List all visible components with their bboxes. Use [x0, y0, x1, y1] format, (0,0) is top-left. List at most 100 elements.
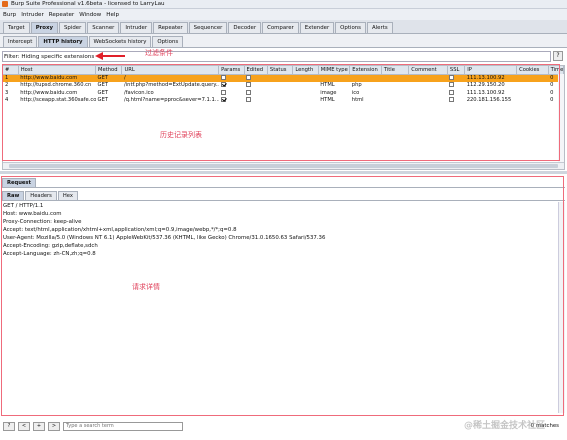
checkbox-icon [449, 75, 455, 80]
tab-headers[interactable]: Headers [25, 191, 57, 200]
detail-annotation: 请求详情 [132, 283, 160, 291]
col-url[interactable]: URL [121, 66, 220, 75]
cell-status [267, 89, 292, 97]
filter-settings-button[interactable]: ? [553, 51, 563, 61]
request-line: GET / HTTP/1.1 [3, 203, 44, 209]
tab-target[interactable]: Target [3, 22, 30, 33]
cell-comment [409, 82, 448, 90]
proxy-tabs: Intercept HTTP history WebSockets histor… [0, 34, 567, 48]
checkbox-icon [246, 89, 252, 95]
col-ip[interactable]: IP [464, 66, 518, 75]
tab-repeater[interactable]: Repeater [153, 22, 188, 33]
cell-params [219, 97, 244, 105]
cell-cookies [517, 82, 549, 90]
checkbox-icon [449, 89, 455, 95]
menu-repeater[interactable]: Repeater [49, 12, 74, 18]
request-tab-bar: Request [2, 176, 565, 188]
cell-edited [244, 82, 267, 90]
tab-hex[interactable]: Hex [57, 191, 78, 200]
table-row[interactable]: 1 http://www.baidu.com GET/111.13.100.92 0 [3, 74, 564, 82]
tab-request[interactable]: Request [2, 178, 37, 187]
tab-websockets-history[interactable]: WebSockets history [88, 36, 152, 47]
col-extension[interactable]: Extension [349, 66, 382, 75]
search-input[interactable] [63, 421, 183, 431]
filter-text[interactable]: Filter: Hiding specific extensions [4, 54, 94, 60]
cell-length [293, 89, 318, 97]
request-line: Proxy-Connection: keep-alive [3, 219, 82, 225]
tab-options[interactable]: Options [335, 22, 366, 33]
tab-http-history[interactable]: HTTP history [38, 36, 88, 47]
help-button[interactable]: ? [3, 421, 15, 431]
tab-decoder[interactable]: Decoder [228, 22, 262, 33]
cell-title [381, 74, 409, 82]
editor-vertical-scrollbar[interactable] [558, 202, 565, 413]
tab-scanner[interactable]: Scanner [87, 22, 120, 33]
request-line: Host: www.baidu.com [3, 211, 62, 217]
cell-url: /intf.php?method=ExtUpdate.query... [123, 82, 219, 89]
checkbox-icon [246, 97, 252, 103]
cell-mime: HTML [320, 82, 335, 89]
cell-comment [409, 97, 448, 105]
cell-cookies [517, 89, 549, 97]
cell-ip: 111.13.100.92 [464, 74, 517, 82]
col-params[interactable]: Params [218, 66, 245, 75]
table-row[interactable]: 4 http://sceapp.stat.360safe.com GET/q.htm… [3, 97, 564, 105]
col-ssl[interactable]: SSL [447, 66, 466, 75]
col-length[interactable]: Length [292, 66, 319, 75]
col-title[interactable]: Title [381, 66, 410, 75]
cell-num: 3 [5, 89, 9, 96]
tab-intruder[interactable]: Intruder [120, 22, 153, 33]
col-cookies[interactable]: Cookies [516, 66, 549, 75]
cell-title [381, 97, 408, 105]
split-divider[interactable] [0, 171, 567, 174]
cell-edited [244, 74, 268, 82]
tab-raw[interactable]: Raw [2, 191, 25, 200]
tab-comparer[interactable]: Comparer [262, 22, 299, 33]
main-tabs: Target Proxy Spider Scanner Intruder Rep… [0, 20, 567, 34]
cell-length [292, 74, 319, 82]
next-button[interactable]: > [48, 421, 60, 431]
table-row[interactable]: 2 http://tupsd.chrome.360.cn GET/intf.php?… [3, 82, 564, 90]
checkbox-icon [220, 75, 226, 80]
cell-params [219, 82, 244, 90]
tab-extender[interactable]: Extender [299, 22, 335, 33]
col-comment[interactable]: Comment [408, 66, 448, 75]
filter-annotation: 过滤条件 [145, 49, 173, 57]
add-button[interactable]: + [33, 421, 45, 431]
col-status[interactable]: Status [267, 66, 294, 75]
col-mime[interactable]: MIME type [318, 66, 351, 75]
tab-proxy[interactable]: Proxy [30, 22, 58, 33]
checkbox-icon [220, 82, 226, 88]
col-num[interactable]: # [3, 66, 19, 75]
col-method[interactable]: Method [95, 66, 123, 75]
checkbox-icon [220, 97, 226, 103]
cell-ip: 111.13.100.92 [466, 89, 505, 96]
cell-mime: HTML [320, 97, 335, 104]
checkbox-icon [246, 82, 252, 88]
cell-method: GET [95, 74, 122, 82]
cell-mime [318, 74, 350, 82]
history-horizontal-scrollbar[interactable] [3, 162, 564, 169]
previous-button[interactable]: < [18, 421, 30, 431]
col-edited[interactable]: Edited [244, 66, 268, 75]
checkbox-icon [220, 89, 226, 95]
tab-spider[interactable]: Spider [59, 22, 87, 33]
table-row[interactable]: 3 http://www.baidu.com GET/favicon.ico imag… [3, 89, 564, 97]
request-line: Accept-Language: zh-CN,zh;q=0.8 [3, 251, 96, 257]
request-editor[interactable]: GET / HTTP/1.1 Host: www.baidu.com Proxy… [2, 202, 565, 413]
tab-sequencer[interactable]: Sequencer [188, 22, 228, 33]
history-vertical-scrollbar[interactable] [558, 74, 564, 162]
checkbox-icon [449, 97, 455, 103]
tab-proxy-options[interactable]: Options [152, 36, 184, 47]
cell-num: 1 [3, 74, 19, 82]
tab-alerts[interactable]: Alerts [366, 22, 393, 33]
tab-intercept[interactable]: Intercept [3, 36, 38, 47]
menu-help[interactable]: Help [106, 12, 119, 18]
menu-intruder[interactable]: Intruder [21, 12, 44, 18]
menu-window[interactable]: Window [79, 12, 101, 18]
cell-length [293, 82, 318, 90]
cell-comment [408, 74, 448, 82]
menu-burp[interactable]: Burp [3, 12, 16, 18]
col-host[interactable]: Host [18, 66, 97, 75]
col-time[interactable]: Time [548, 66, 565, 75]
